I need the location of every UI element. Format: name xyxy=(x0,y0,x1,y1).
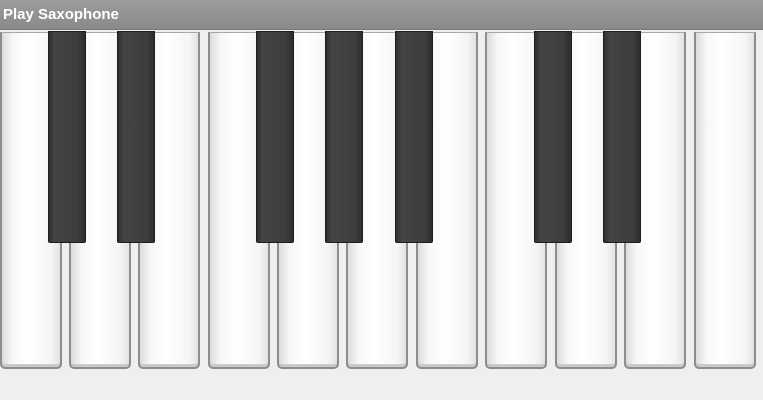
black-key-1[interactable] xyxy=(48,31,86,243)
black-key-7[interactable] xyxy=(603,31,641,243)
white-key-11[interactable] xyxy=(694,32,756,369)
title-bar: Play Saxophone xyxy=(0,0,763,30)
piano-keyboard xyxy=(0,30,763,374)
black-key-3[interactable] xyxy=(256,31,294,243)
black-key-2[interactable] xyxy=(117,31,155,243)
black-key-4[interactable] xyxy=(325,31,363,243)
black-key-6[interactable] xyxy=(534,31,572,243)
app-title: Play Saxophone xyxy=(3,6,119,23)
black-key-5[interactable] xyxy=(395,31,433,243)
